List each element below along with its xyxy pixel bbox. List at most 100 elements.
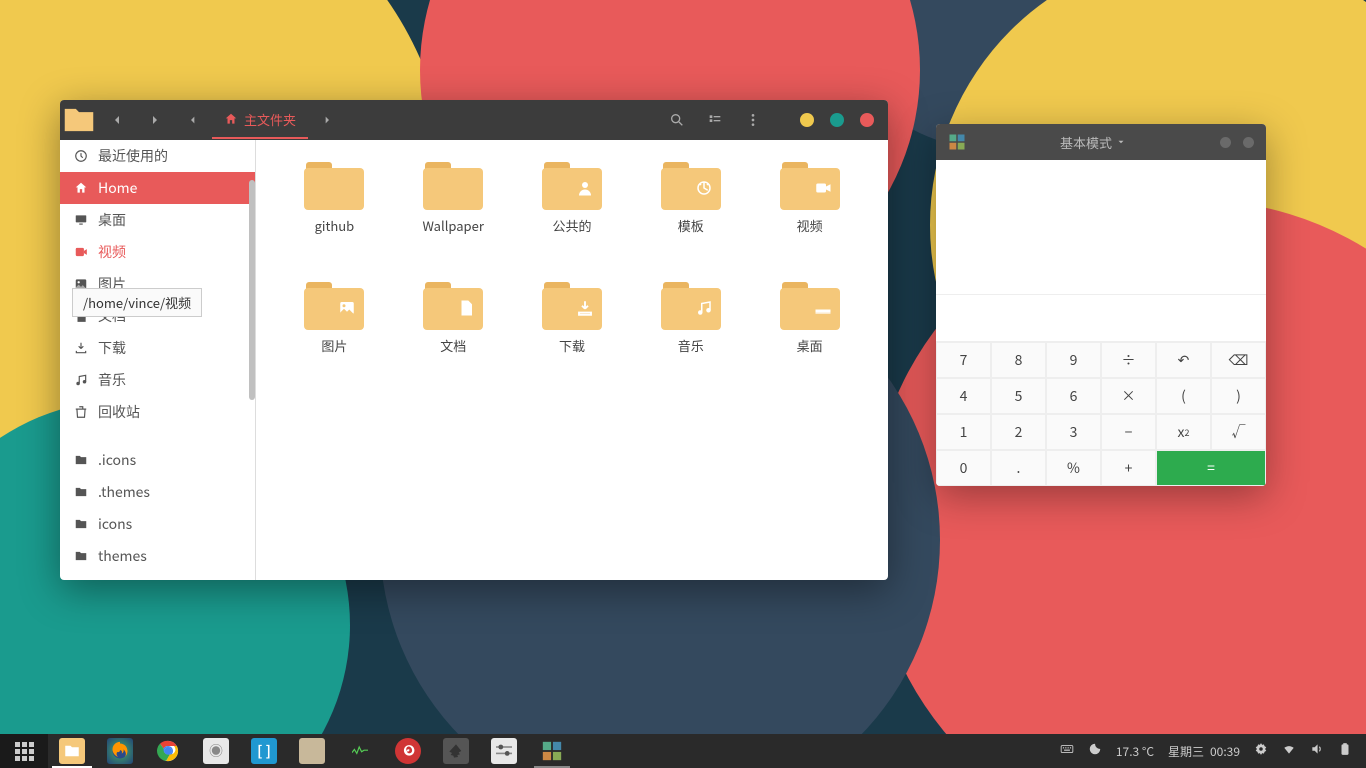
sidebar-item-icons[interactable]: icons xyxy=(60,508,255,540)
back-button[interactable] xyxy=(98,100,136,140)
calc-button-0[interactable]: 0 xyxy=(936,450,991,486)
calculator-keypad: 789÷↶⌫ 456×() 123−x2√ 0.%+= xyxy=(936,342,1266,486)
folder-音乐[interactable]: 音乐 xyxy=(636,280,745,390)
night-icon[interactable] xyxy=(1088,742,1102,760)
path-next-button[interactable] xyxy=(308,100,346,140)
sidebar-item-.themes[interactable]: .themes xyxy=(60,476,255,508)
search-button[interactable] xyxy=(658,100,696,140)
sidebar-item-label: .icons xyxy=(98,450,136,470)
calc-button-4[interactable]: 4 xyxy=(936,378,991,414)
taskbar-app-tweaks[interactable] xyxy=(480,734,528,768)
taskbar-app-chrome[interactable] xyxy=(144,734,192,768)
folder-公共的[interactable]: 公共的 xyxy=(518,160,627,270)
calc-button-9[interactable]: 9 xyxy=(1046,342,1101,378)
folder-模板[interactable]: 模板 xyxy=(636,160,745,270)
sidebar-item-视频[interactable]: 视频 xyxy=(60,236,255,268)
calc-button-−[interactable]: − xyxy=(1101,414,1156,450)
folder-视频[interactable]: 视频 xyxy=(755,160,864,270)
sidebar-item-回收站[interactable]: 回收站 xyxy=(60,396,255,428)
taskbar-app-calculator[interactable] xyxy=(528,734,576,768)
folder-github[interactable]: github xyxy=(280,160,389,270)
clock[interactable]: 星期三 00:39 xyxy=(1168,743,1240,760)
forward-button[interactable] xyxy=(136,100,174,140)
sidebar-item-桌面[interactable]: 桌面 xyxy=(60,204,255,236)
folder-icon xyxy=(423,280,483,330)
folder-icon xyxy=(780,160,840,210)
menu-button[interactable] xyxy=(734,100,772,140)
calc-button-2[interactable]: 2 xyxy=(991,414,1046,450)
file-manager-titlebar[interactable]: 主文件夹 xyxy=(60,100,888,140)
calc-button-)[interactable]: ) xyxy=(1211,378,1266,414)
folder-grid: githubWallpaper 公共的 模板 视频图片 文档下载音乐桌面 xyxy=(256,140,888,580)
battery-icon[interactable] xyxy=(1338,742,1352,760)
calc-button-5[interactable]: 5 xyxy=(991,378,1046,414)
sidebar-item-label: 最近使用的 xyxy=(98,146,168,166)
folder-桌面[interactable]: 桌面 xyxy=(755,280,864,390)
folder-Wallpaper[interactable]: Wallpaper xyxy=(399,160,508,270)
taskbar-app-files[interactable] xyxy=(48,734,96,768)
calculator-titlebar[interactable]: 基本模式 xyxy=(936,124,1266,160)
sidebar-scrollbar[interactable] xyxy=(249,180,255,580)
calc-button-7[interactable]: 7 xyxy=(936,342,991,378)
view-toggle-button[interactable] xyxy=(696,100,734,140)
calc-button-÷[interactable]: ÷ xyxy=(1101,342,1156,378)
calc-button-.[interactable]: . xyxy=(991,450,1046,486)
sidebar-item-最近使用的[interactable]: 最近使用的 xyxy=(60,140,255,172)
close-button[interactable] xyxy=(860,113,874,127)
wifi-icon[interactable] xyxy=(1282,742,1296,760)
minimize-button[interactable] xyxy=(1220,137,1231,148)
keyboard-icon[interactable] xyxy=(1060,742,1074,760)
breadcrumb-home[interactable]: 主文件夹 xyxy=(212,101,308,139)
system-tray: 17.3 °C 星期三 00:39 xyxy=(1046,742,1366,760)
close-button[interactable] xyxy=(1243,137,1254,148)
taskbar-app-monitor[interactable] xyxy=(336,734,384,768)
sidebar-item-themes[interactable]: themes xyxy=(60,540,255,572)
taskbar-app-inkscape[interactable] xyxy=(432,734,480,768)
volume-icon[interactable] xyxy=(1310,742,1324,760)
sidebar-item-下载[interactable]: 下载 xyxy=(60,332,255,364)
taskbar-app-terminal[interactable] xyxy=(288,734,336,768)
calc-button-x²[interactable]: x2 xyxy=(1156,414,1211,450)
temperature-label[interactable]: 17.3 °C xyxy=(1116,743,1154,760)
folder-label: 模板 xyxy=(678,216,704,235)
calculator-mode-selector[interactable]: 基本模式 xyxy=(972,133,1214,152)
calc-button-√[interactable]: √ xyxy=(1211,414,1266,450)
sidebar-item-音乐[interactable]: 音乐 xyxy=(60,364,255,396)
minimize-button[interactable] xyxy=(800,113,814,127)
sidebar-item-label: 下载 xyxy=(98,338,126,358)
calc-button-([interactable]: ( xyxy=(1156,378,1211,414)
taskbar-app-firefox[interactable] xyxy=(96,734,144,768)
folder-label: 公共的 xyxy=(552,216,591,235)
folder-label: 桌面 xyxy=(797,336,823,355)
sidebar-item-label: 音乐 xyxy=(98,370,126,390)
taskbar-app-netease[interactable] xyxy=(384,734,432,768)
taskbar: ◉ [ ] 17.3 °C 星期三 00:39 xyxy=(0,734,1366,768)
maximize-button[interactable] xyxy=(830,113,844,127)
sidebar-item-home[interactable]: Home xyxy=(60,172,255,204)
sidebar-item-.icons[interactable]: .icons xyxy=(60,444,255,476)
taskbar-app-brackets[interactable]: [ ] xyxy=(240,734,288,768)
tooltip: /home/vince/视频 xyxy=(72,288,202,317)
calc-button-%[interactable]: % xyxy=(1046,450,1101,486)
sidebar-item-label: .themes xyxy=(98,482,150,502)
folder-label: 图片 xyxy=(321,336,347,355)
calc-button-↶[interactable]: ↶ xyxy=(1156,342,1211,378)
settings-icon[interactable] xyxy=(1254,742,1268,760)
app-launcher-button[interactable] xyxy=(0,734,48,768)
path-prev-button[interactable] xyxy=(174,100,212,140)
folder-icon xyxy=(542,160,602,210)
folder-文档[interactable]: 文档 xyxy=(399,280,508,390)
calc-button-8[interactable]: 8 xyxy=(991,342,1046,378)
calc-button-=[interactable]: = xyxy=(1156,450,1266,486)
calc-button-+[interactable]: + xyxy=(1101,450,1156,486)
calc-button-3[interactable]: 3 xyxy=(1046,414,1101,450)
calc-button-⌫[interactable]: ⌫ xyxy=(1211,342,1266,378)
folder-下载[interactable]: 下载 xyxy=(518,280,627,390)
taskbar-app-screenshot[interactable]: ◉ xyxy=(192,734,240,768)
calc-button-6[interactable]: 6 xyxy=(1046,378,1101,414)
calc-button-1[interactable]: 1 xyxy=(936,414,991,450)
calc-button-×[interactable]: × xyxy=(1101,378,1156,414)
folder-图片[interactable]: 图片 xyxy=(280,280,389,390)
folder-icon xyxy=(542,280,602,330)
calculator-input[interactable] xyxy=(936,294,1266,342)
